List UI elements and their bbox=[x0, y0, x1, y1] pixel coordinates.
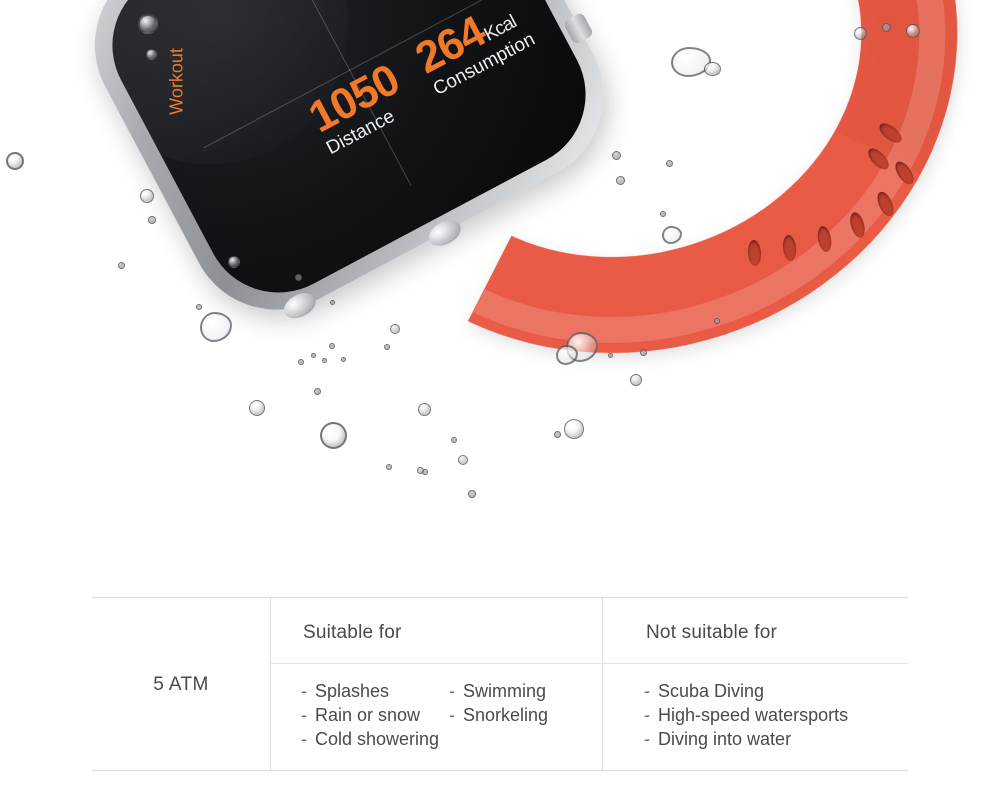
water-droplet bbox=[329, 343, 335, 349]
water-droplet bbox=[196, 304, 202, 310]
water-droplet bbox=[330, 300, 335, 305]
water-droplet bbox=[704, 62, 721, 76]
water-droplet bbox=[138, 14, 158, 34]
water-droplet bbox=[386, 464, 392, 470]
water-droplet bbox=[714, 318, 720, 324]
water-droplet bbox=[148, 216, 156, 224]
water-droplet bbox=[390, 324, 400, 334]
distance-metric: 1050 Distance bbox=[300, 54, 407, 159]
water-droplet bbox=[468, 490, 476, 498]
water-droplet bbox=[6, 152, 24, 170]
water-droplet bbox=[554, 431, 561, 438]
water-droplet bbox=[314, 388, 321, 395]
list-item: - Scuba Diving bbox=[644, 681, 765, 701]
table-column-divider bbox=[270, 598, 271, 770]
water-droplet bbox=[640, 349, 647, 356]
table-header-divider bbox=[270, 663, 908, 664]
water-droplet bbox=[140, 189, 154, 203]
water-droplet bbox=[564, 419, 584, 439]
suitable-list-secondary: - Swimming - Snorkeling bbox=[449, 679, 548, 727]
table-column-divider bbox=[602, 598, 603, 770]
water-droplet bbox=[458, 455, 468, 465]
water-droplet bbox=[608, 353, 613, 358]
water-droplet bbox=[341, 357, 346, 362]
list-item: - Cold showering bbox=[301, 729, 440, 749]
water-droplet bbox=[322, 358, 327, 363]
list-item: - Diving into water bbox=[644, 729, 792, 749]
water-droplet bbox=[418, 403, 431, 416]
water-droplet bbox=[417, 467, 424, 474]
list-item: - Snorkeling bbox=[449, 705, 549, 725]
hero-product-photo: Workout 00:21:1 2'01" Pace 1050 bbox=[0, 0, 1000, 580]
water-droplet bbox=[906, 24, 920, 38]
band-pin bbox=[612, 151, 621, 160]
suitable-list-primary: - Splashes - Rain or snow - Cold showering bbox=[301, 679, 439, 751]
water-droplet bbox=[118, 262, 125, 269]
water-droplet bbox=[384, 344, 390, 350]
column-header-not-suitable: Not suitable for bbox=[646, 622, 777, 643]
not-suitable-list: - Scuba Diving - High-speed watersports -D… bbox=[644, 679, 848, 751]
list-item: - High-speed watersports bbox=[644, 705, 849, 725]
water-droplet bbox=[295, 274, 302, 281]
water-droplet bbox=[854, 27, 867, 40]
water-droplet bbox=[311, 353, 316, 358]
water-droplet bbox=[320, 422, 347, 449]
water-droplet bbox=[451, 437, 457, 443]
list-item: - Splashes bbox=[301, 681, 390, 701]
band-pin bbox=[616, 176, 625, 185]
calorie-metric: 264Kcal Consumption bbox=[407, 6, 539, 100]
water-droplet bbox=[249, 400, 265, 416]
water-resistance-table: 5 ATM Suitable for Not suitable for - Spl… bbox=[92, 597, 908, 771]
water-droplet bbox=[630, 374, 642, 386]
atm-rating: 5 ATM bbox=[153, 674, 209, 695]
list-item: - Swimming bbox=[449, 681, 547, 701]
product-detail-page: Workout 00:21:1 2'01" Pace 1050 bbox=[0, 0, 1000, 796]
water-droplet bbox=[660, 211, 666, 217]
water-droplet bbox=[298, 359, 304, 365]
water-droplet bbox=[882, 23, 891, 32]
water-droplet bbox=[666, 160, 673, 167]
workout-mode-label: Workout bbox=[166, 48, 187, 115]
water-droplet bbox=[146, 49, 157, 60]
water-droplet bbox=[228, 256, 240, 268]
column-header-suitable: Suitable for bbox=[303, 622, 402, 643]
list-item: - Rain or snow bbox=[301, 705, 421, 725]
